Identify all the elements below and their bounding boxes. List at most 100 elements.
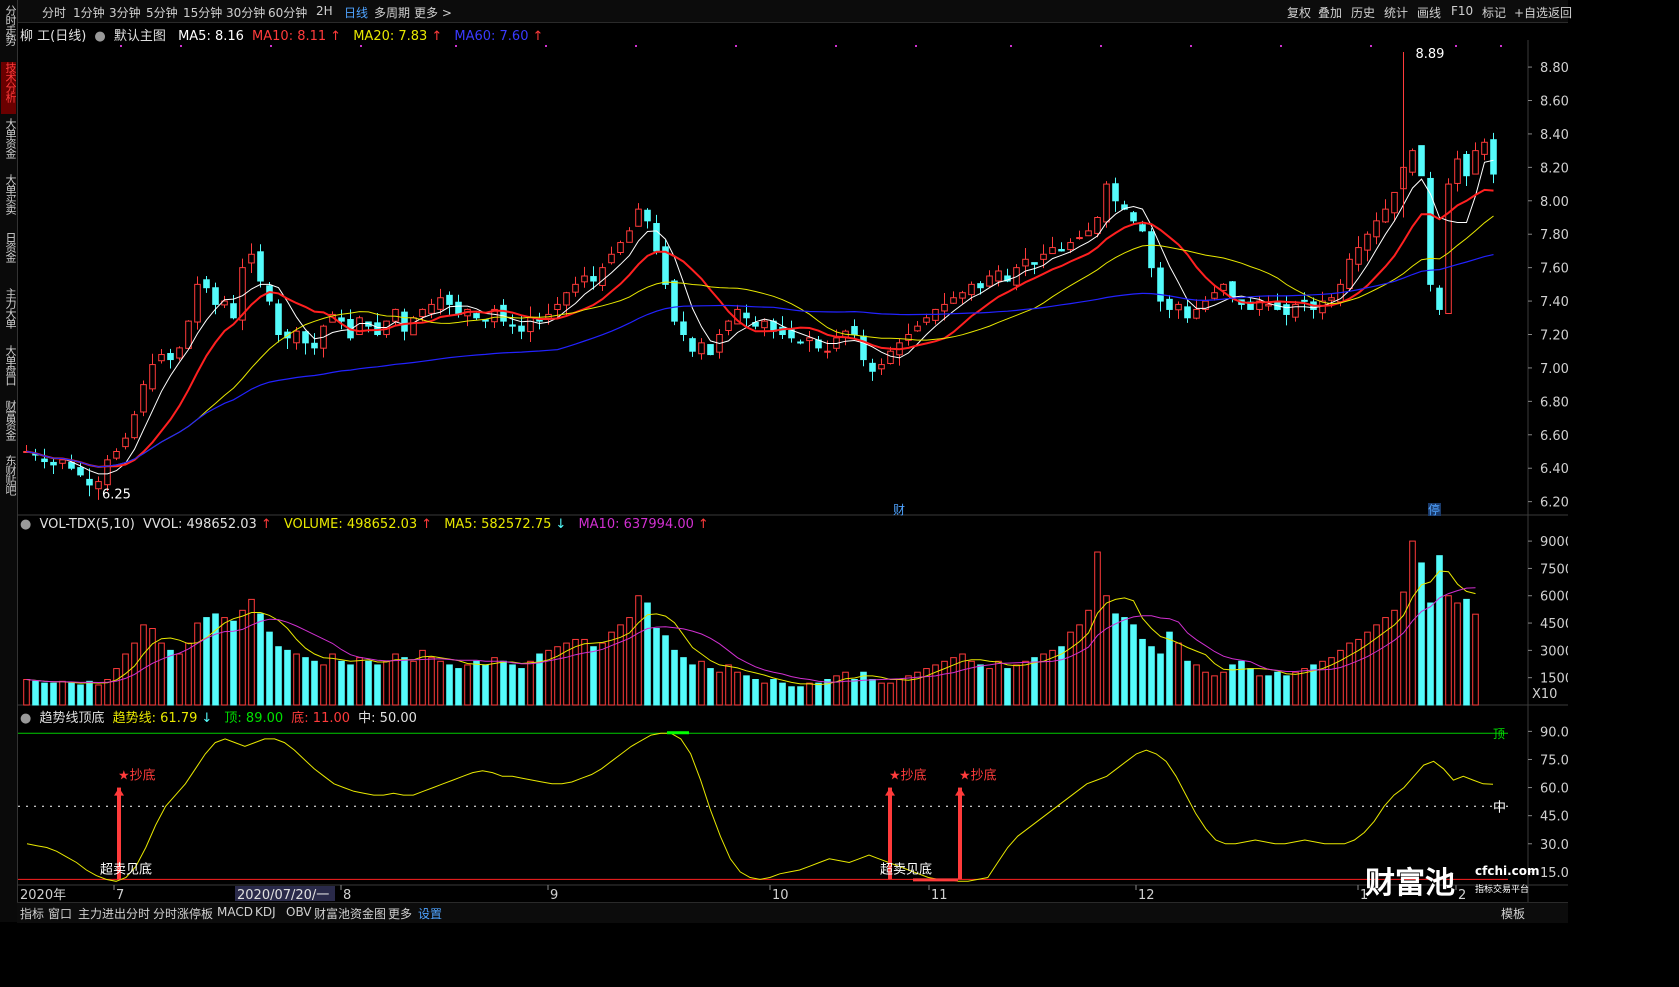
candle — [824, 350, 831, 353]
candle — [968, 283, 975, 296]
volume-bar — [608, 631, 615, 706]
volume-bar — [860, 671, 867, 706]
candle — [248, 253, 255, 264]
indicator-tab-0[interactable]: 指标 — [20, 905, 44, 922]
x-month-label: 7 — [116, 888, 124, 903]
ma60-line — [26, 254, 1494, 468]
indicator-tab-2[interactable]: 主力进出分时 — [78, 905, 150, 922]
sidebar-item-0[interactable]: 分时走势 — [1, 5, 17, 57]
volume-bar — [185, 642, 192, 706]
sidebar-item-1[interactable]: 技术分析 — [1, 62, 17, 114]
sidebar-item-6[interactable]: 大单盘口 — [1, 345, 17, 397]
candle — [932, 308, 939, 321]
indicator-tab-5[interactable]: KDJ — [255, 905, 276, 919]
volume-bar — [149, 628, 156, 706]
period-tab-4[interactable]: 15分钟 — [183, 4, 222, 21]
vol-settings-icon[interactable]: ● — [20, 517, 31, 532]
volume-bar — [329, 653, 336, 706]
candle — [761, 320, 768, 329]
sidebar-item-2[interactable]: 大单资金 — [1, 118, 17, 170]
toolbar-tab-7[interactable]: +自选 — [1514, 4, 1548, 21]
ma60-text: MA60: 7.60 — [454, 29, 529, 44]
volume-bar — [779, 682, 786, 706]
volume-bar — [239, 609, 246, 706]
period-tab-0[interactable]: 分时 — [42, 4, 66, 21]
period-tab-5[interactable]: 30分钟 — [226, 4, 265, 21]
period-tab-1[interactable]: 1分钟 — [73, 4, 105, 21]
vol-ma5-value: MA5: 582572.75 ↓ — [444, 517, 570, 532]
candle — [1184, 306, 1191, 319]
buy-signal-arrow — [117, 787, 121, 880]
toolbar-tab-5[interactable]: F10 — [1451, 4, 1473, 18]
period-tab-8[interactable]: 日线 — [344, 4, 368, 21]
volume-bar — [1058, 646, 1065, 706]
sidebar-item-4[interactable]: 日资金 — [1, 232, 17, 284]
candle — [1247, 301, 1254, 310]
candle — [428, 303, 435, 314]
volume-bar — [716, 671, 723, 706]
indicator-tab-bar: 指标 窗口 主力进出分时 分时涨停板 MACD KDJ OBV 财富池资金图 更多 设置 模板 — [17, 902, 1568, 923]
sidebar-item-5[interactable]: 主力大单 — [1, 288, 17, 340]
period-tab-7[interactable]: 2H — [316, 4, 333, 18]
volume-bar — [1211, 675, 1218, 706]
candle — [293, 330, 300, 344]
indicator-tab-4[interactable]: MACD — [217, 905, 253, 919]
period-tab-10[interactable]: 更多 > — [414, 4, 452, 21]
candle — [1409, 150, 1416, 173]
volume-bar — [1319, 660, 1326, 706]
indicator-tab-1[interactable]: 窗口 — [48, 905, 72, 922]
toolbar-tab-3[interactable]: 统计 — [1384, 4, 1408, 21]
candle — [869, 362, 876, 372]
indicator-tab-7[interactable]: 财富池资金图 — [314, 905, 386, 922]
toolbar-tab-2[interactable]: 历史 — [1351, 4, 1375, 21]
candle — [410, 317, 417, 336]
sidebar-item-7[interactable]: 财富资金 — [1, 400, 17, 452]
candle — [1040, 253, 1047, 260]
vol-ma10-line — [26, 587, 1476, 684]
period-tab-2[interactable]: 3分钟 — [109, 4, 141, 21]
indicator-tab-6[interactable]: OBV — [286, 905, 312, 919]
volume-tick: 15000 — [1540, 672, 1568, 687]
volume-bar — [725, 664, 732, 706]
candle — [509, 324, 516, 327]
candle — [1229, 281, 1236, 299]
candle — [725, 320, 732, 331]
candle — [401, 311, 408, 332]
template-select[interactable]: ● 默认主图 — [94, 29, 170, 44]
period-tab-9[interactable]: 多周期 — [374, 4, 410, 21]
period-tab-3[interactable]: 5分钟 — [146, 4, 178, 21]
trend-tick: 60.00 — [1540, 782, 1568, 797]
volume-tick: 90000 — [1540, 535, 1568, 550]
volume-bar — [68, 682, 75, 706]
toolbar-tab-1[interactable]: 叠加 — [1318, 4, 1342, 21]
volume-bar — [1085, 609, 1092, 706]
sidebar-item-3[interactable]: 大单买卖 — [1, 174, 17, 226]
volume-bar — [167, 649, 174, 706]
toolbar-tab-8[interactable]: 返回 — [1548, 4, 1572, 21]
sidebar-item-8[interactable]: 东财贴吧 — [1, 455, 17, 505]
template-button[interactable]: 模板 — [1501, 905, 1525, 922]
toolbar-tab-6[interactable]: 标记 — [1482, 4, 1506, 21]
candle — [1283, 304, 1290, 315]
toolbar-tab-0[interactable]: 复权 — [1287, 4, 1311, 21]
volume-bar — [1292, 671, 1299, 706]
vol-ma10-arrow: ↑ — [697, 517, 709, 532]
indicator-tab-9[interactable]: 设置 — [418, 905, 442, 922]
candle — [1454, 158, 1461, 184]
candle — [203, 279, 210, 289]
candle — [680, 321, 687, 335]
indicator-tab-3[interactable]: 分时涨停板 — [153, 905, 213, 922]
indicator-tab-8[interactable]: 更多 — [388, 905, 412, 922]
candle — [1436, 287, 1443, 310]
candle — [446, 294, 453, 305]
ma5-value: MA5: 8.16 — [178, 29, 244, 44]
period-tab-6[interactable]: 60分钟 — [268, 4, 307, 21]
toolbar-tab-4[interactable]: 画线 — [1417, 4, 1441, 21]
candle — [149, 364, 156, 390]
volume-bar — [1454, 602, 1461, 706]
trend-settings-icon[interactable]: ● — [20, 711, 31, 726]
volume-bar — [482, 664, 489, 706]
candle — [464, 308, 471, 317]
volume-bar — [311, 660, 318, 706]
candle — [1157, 267, 1164, 302]
